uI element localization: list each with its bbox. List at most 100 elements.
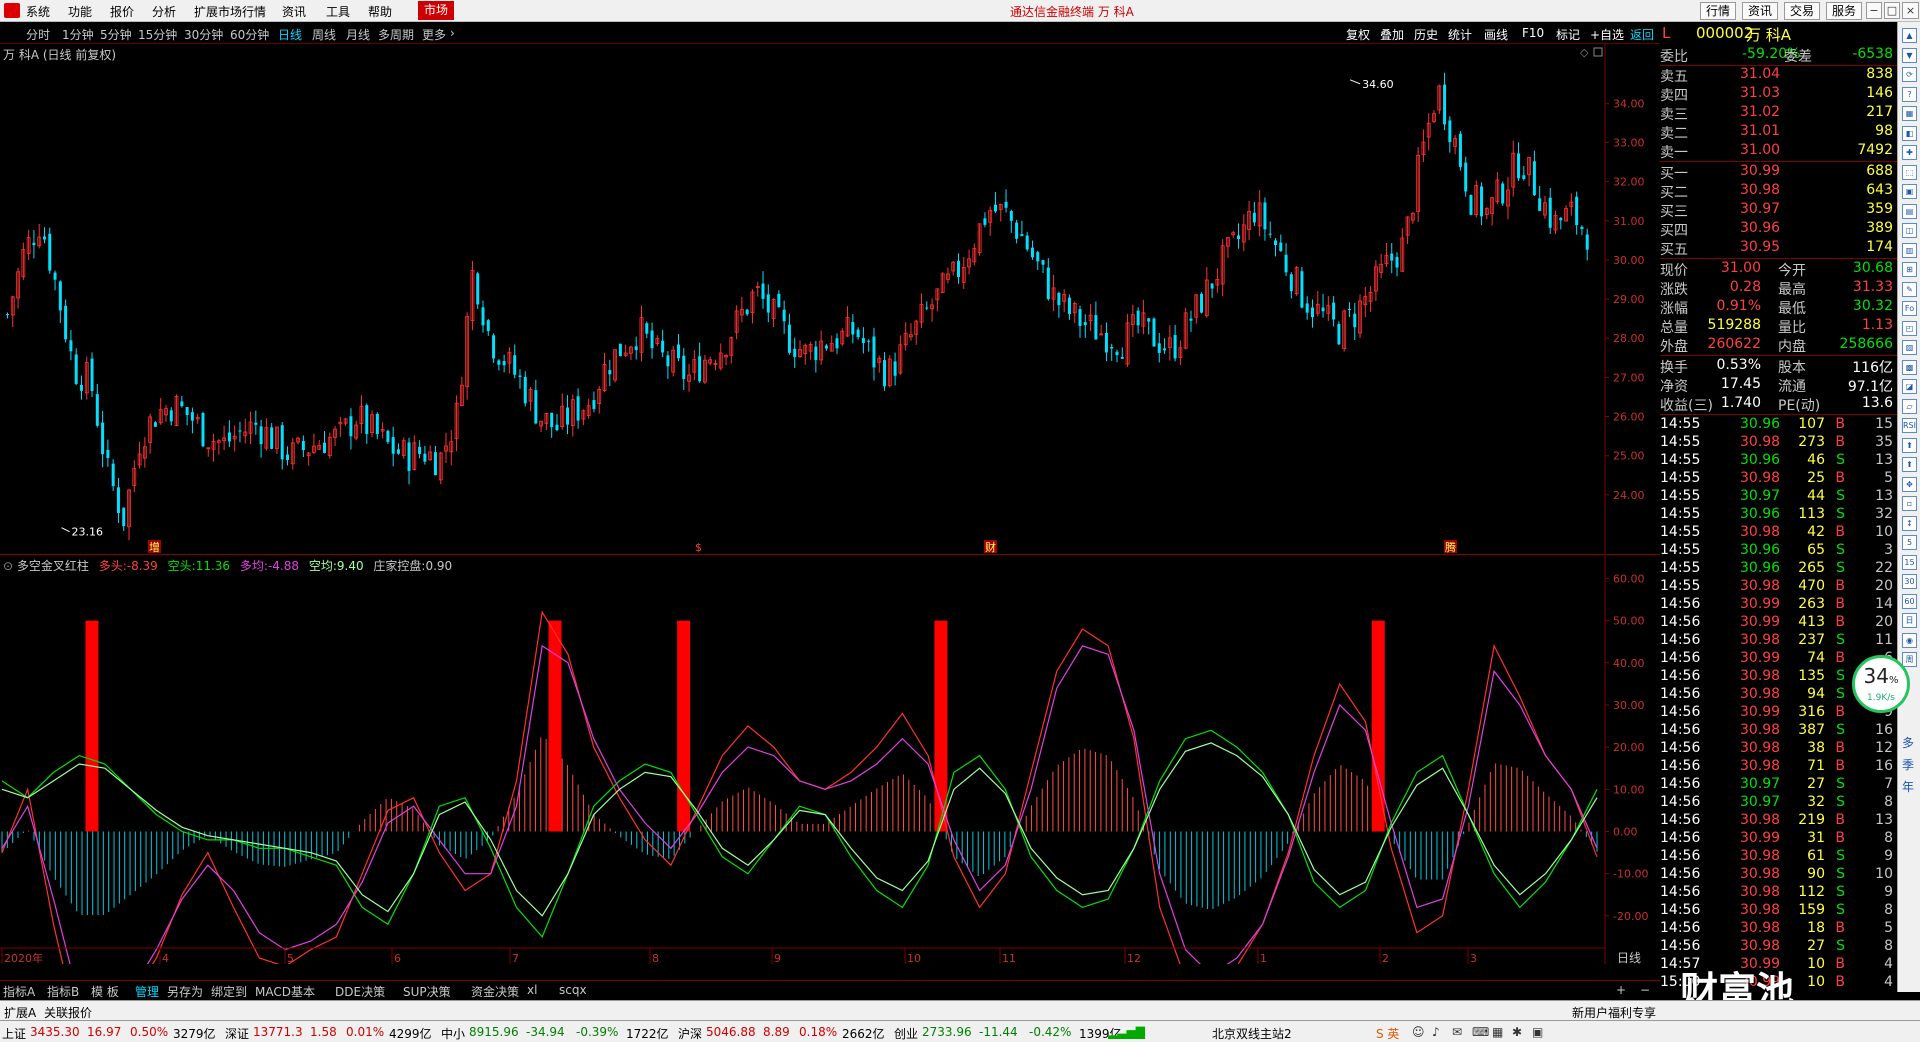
- tool-draw[interactable]: 画线: [1484, 26, 1508, 43]
- minimize-icon[interactable]: −: [1866, 2, 1882, 19]
- status-promo[interactable]: 新用户福利专享: [1572, 1004, 1656, 1021]
- indicator-chart[interactable]: 60.00 50.00 40.00 30.00 20.00 10.00 0.00 -10.00…: [0, 556, 1660, 964]
- server-name[interactable]: 北京双线主站2: [1212, 1025, 1292, 1042]
- side-tool-icon[interactable]: 5: [1902, 535, 1917, 550]
- menu-item-tools[interactable]: 工具: [326, 3, 350, 20]
- indicator-tab[interactable]: 资金决策: [471, 983, 519, 1000]
- indicator-tab[interactable]: 指标A: [3, 983, 35, 1000]
- side-tool-icon[interactable]: ▩: [1902, 359, 1917, 375]
- top-button-market[interactable]: 行情: [1700, 2, 1737, 20]
- side-period-button[interactable]: 季: [1902, 756, 1914, 773]
- indicator-tab[interactable]: scqx: [559, 983, 587, 997]
- side-tool-icon[interactable]: ▥: [1902, 242, 1917, 258]
- period-tab[interactable]: 月线: [346, 26, 370, 43]
- side-period-button[interactable]: 年: [1902, 778, 1914, 795]
- period-tab-more[interactable]: 更多: [422, 26, 446, 43]
- side-tool-icon[interactable]: 60: [1902, 593, 1917, 609]
- side-tool-icon[interactable]: 日: [1902, 613, 1917, 628]
- period-tab[interactable]: 周线: [312, 26, 336, 43]
- side-tool-icon[interactable]: ▦: [1902, 106, 1917, 121]
- period-tab-daily[interactable]: 日线: [278, 26, 302, 43]
- period-tab[interactable]: 15分钟: [138, 26, 177, 43]
- indicator-tab[interactable]: xl: [527, 983, 537, 997]
- side-tool-icon[interactable]: ⬆: [1902, 457, 1917, 472]
- network-speed-widget[interactable]: 34% 1.9K/s: [1852, 655, 1910, 713]
- side-tool-icon[interactable]: ✚: [1902, 145, 1917, 160]
- period-tab[interactable]: 5分钟: [100, 26, 132, 43]
- period-tab[interactable]: 30分钟: [184, 26, 223, 43]
- menu-item-news[interactable]: 资讯: [282, 3, 306, 20]
- tray-icon[interactable]: ▣: [1532, 1025, 1543, 1039]
- side-tool-icon[interactable]: ◰: [1902, 320, 1917, 336]
- tray-icon[interactable]: ✱: [1512, 1025, 1522, 1039]
- ime-indicator[interactable]: S 英: [1376, 1025, 1399, 1042]
- indicator-tab[interactable]: 模 板: [91, 983, 119, 1000]
- side-tool-icon[interactable]: ?: [1902, 86, 1917, 102]
- side-tool-icon[interactable]: ▫: [1902, 496, 1917, 511]
- tool-mark[interactable]: 标记: [1556, 26, 1580, 43]
- side-tool-icon[interactable]: ⬆: [1902, 437, 1917, 453]
- tray-icon[interactable]: ✉: [1452, 1025, 1462, 1039]
- side-tool-icon[interactable]: Fo: [1902, 301, 1917, 316]
- indicator-tab[interactable]: 另存为: [167, 983, 203, 1000]
- side-tool-icon[interactable]: ⟳: [1902, 67, 1917, 82]
- menu-item-function[interactable]: 功能: [68, 3, 92, 20]
- side-tool-icon[interactable]: ⬚: [1902, 164, 1917, 180]
- close-icon[interactable]: ×: [1902, 2, 1919, 19]
- side-tool-icon[interactable]: ▼: [1902, 47, 1917, 63]
- tool-f10[interactable]: F10: [1522, 26, 1544, 40]
- menu-item-analysis[interactable]: 分析: [152, 3, 176, 20]
- tool-history[interactable]: 历史: [1414, 26, 1438, 43]
- tray-icon[interactable]: ▦: [1492, 1025, 1503, 1039]
- menu-item-ext-market[interactable]: 扩展市场行情: [194, 3, 266, 20]
- chevron-right-icon[interactable]: ›: [450, 26, 455, 40]
- side-tool-icon[interactable]: ▣: [1902, 184, 1917, 199]
- tool-add-favorite[interactable]: +自选: [1590, 26, 1624, 43]
- side-tool-icon[interactable]: ⊞: [1902, 262, 1917, 277]
- remove-tab-icon[interactable]: −: [1640, 983, 1650, 997]
- candlestick-chart[interactable]: 34.00 33.00 32.00 31.00 30.00 29.00 28.00 27.00…: [0, 44, 1660, 554]
- period-tab[interactable]: 1分钟: [62, 26, 94, 43]
- top-button-news[interactable]: 资讯: [1742, 2, 1779, 20]
- period-tab[interactable]: 60分钟: [230, 26, 269, 43]
- period-tab[interactable]: 多周期: [378, 26, 414, 43]
- side-tool-icon[interactable]: ◫: [1902, 223, 1917, 238]
- tool-stats[interactable]: 统计: [1448, 26, 1472, 43]
- side-tool-icon[interactable]: ▤: [1902, 203, 1917, 219]
- indicator-tab[interactable]: 指标B: [47, 983, 79, 1000]
- indicator-tab[interactable]: 管理: [135, 983, 159, 1000]
- menu-item-system[interactable]: 系统: [26, 3, 50, 20]
- indicator-tab[interactable]: MACD基本: [255, 983, 315, 1000]
- tool-overlay[interactable]: 叠加: [1380, 26, 1404, 43]
- tray-icon[interactable]: ⌨: [1472, 1025, 1489, 1039]
- tool-fuquan[interactable]: 复权: [1346, 26, 1370, 43]
- side-tool-icon[interactable]: 30: [1902, 574, 1917, 589]
- top-button-service[interactable]: 服务: [1826, 2, 1863, 20]
- status-related-quote[interactable]: 关联报价: [44, 1004, 92, 1021]
- menu-item-quote[interactable]: 报价: [110, 3, 134, 20]
- side-tool-icon[interactable]: 15: [1902, 554, 1917, 570]
- indicator-tab[interactable]: DDE决策: [335, 983, 385, 1000]
- maximize-icon[interactable]: □: [1884, 2, 1900, 19]
- period-tab[interactable]: 分时: [26, 26, 50, 43]
- add-tab-icon[interactable]: +: [1616, 983, 1626, 997]
- menu-item-market[interactable]: 市场: [418, 1, 455, 20]
- side-tool-icon[interactable]: RSI: [1902, 418, 1917, 433]
- side-period-button[interactable]: 多: [1902, 734, 1914, 751]
- side-tool-icon[interactable]: ✎: [1902, 281, 1917, 297]
- side-tool-icon[interactable]: ◧: [1902, 125, 1917, 141]
- top-button-trade[interactable]: 交易: [1784, 2, 1821, 20]
- side-tool-icon[interactable]: ↕: [1902, 515, 1917, 531]
- side-tool-icon[interactable]: ▨: [1902, 340, 1917, 355]
- indicator-tab[interactable]: 绑定到: [211, 983, 247, 1000]
- indicator-tab[interactable]: SUP决策: [403, 983, 451, 1000]
- side-tool-icon[interactable]: ◪: [1902, 379, 1917, 394]
- tool-back[interactable]: 返回: [1630, 26, 1654, 43]
- status-ext-a[interactable]: 扩展A: [4, 1004, 36, 1021]
- menu-item-help[interactable]: 帮助: [368, 3, 392, 20]
- side-tool-icon[interactable]: ▱: [1902, 398, 1917, 414]
- side-tool-icon[interactable]: ◉: [1902, 632, 1917, 648]
- tray-icon[interactable]: ♪: [1432, 1025, 1440, 1039]
- side-tool-icon[interactable]: ✥: [1902, 476, 1917, 492]
- tray-icon[interactable]: ☺: [1412, 1025, 1425, 1039]
